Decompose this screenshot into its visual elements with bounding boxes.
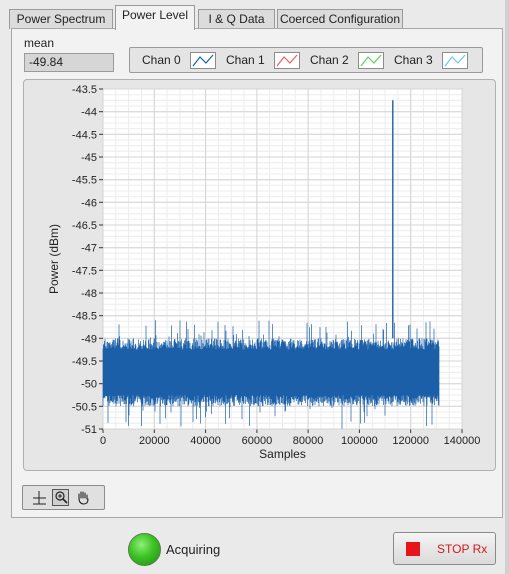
swatch-line <box>192 54 214 67</box>
plot-legend[interactable]: Chan 0 Chan 1 Chan 2 Chan 3 <box>129 47 483 73</box>
x-tick-label: 120000 <box>392 435 429 447</box>
y-tick-label: -47.5 <box>72 265 97 277</box>
y-axis-label: Power (dBm) <box>47 224 61 294</box>
x-tick-label: 60000 <box>242 435 273 447</box>
y-tick-label: -51 <box>81 424 97 436</box>
tab-power-spectrum[interactable]: Power Spectrum <box>9 9 113 29</box>
swatch-line <box>276 54 298 67</box>
y-tick-label: -44.5 <box>72 129 97 141</box>
x-axis-label: Samples <box>259 447 306 461</box>
line-swatch-icon <box>190 52 216 69</box>
swatch-line <box>444 54 466 67</box>
legend-label: Chan 1 <box>226 53 265 67</box>
legend-label: Chan 2 <box>310 53 349 67</box>
y-tick-label: -44 <box>81 107 97 119</box>
x-tick-label: 100000 <box>341 435 378 447</box>
line-swatch-icon <box>274 52 300 69</box>
y-tick-label: -45 <box>81 152 97 164</box>
power-level-graph[interactable]: 0 20000 40000 60000 80000 100000 120000 140000 -… <box>23 79 496 471</box>
chart-canvas[interactable]: 0 20000 40000 60000 80000 100000 120000 140000 -… <box>24 80 495 470</box>
y-tick-label: -49.5 <box>72 356 97 368</box>
x-tick-label: 40000 <box>190 435 221 447</box>
tab-power-level[interactable]: Power Level <box>115 5 195 30</box>
y-tick-label: -46 <box>81 197 97 209</box>
y-tick-label: -50 <box>81 379 97 391</box>
zoom-icon[interactable] <box>52 489 69 506</box>
power-level-panel: mean -49.84 Chan 0 Chan 1 Chan 2 Chan 3 <box>11 28 503 518</box>
y-tick-label: -48 <box>81 288 97 300</box>
stop-rx-label: STOP Rx <box>437 542 488 556</box>
y-tick-label: -48.5 <box>72 311 97 323</box>
x-tick-label: 80000 <box>293 435 324 447</box>
tab-coerced-configuration[interactable]: Coerced Configuration <box>277 9 403 29</box>
stop-rx-button[interactable]: STOP Rx <box>393 532 496 565</box>
line-swatch-icon <box>358 52 384 69</box>
stop-square-icon <box>406 542 420 556</box>
mean-indicator: -49.84 <box>24 53 114 72</box>
y-tick-label: -49 <box>81 333 97 345</box>
acquiring-led-indicator <box>128 533 161 566</box>
x-tick-label: 140000 <box>444 435 481 447</box>
acquiring-label: Acquiring <box>166 542 221 557</box>
tab-iq-data[interactable]: I & Q Data <box>198 9 275 29</box>
swatch-line <box>360 54 382 67</box>
pan-hand-icon[interactable] <box>75 489 92 506</box>
y-tick-label: -47 <box>81 243 97 255</box>
cursor-move-icon[interactable] <box>31 489 48 506</box>
y-tick-label: -46.5 <box>72 220 97 232</box>
y-tick-label: -45.5 <box>72 175 97 187</box>
y-tick-label: -43.5 <box>72 84 97 96</box>
graph-palette <box>22 485 105 510</box>
x-tick-label: 20000 <box>139 435 170 447</box>
line-swatch-icon <box>442 52 468 69</box>
y-tick-label: -50.5 <box>72 401 97 413</box>
mean-label: mean <box>24 36 55 50</box>
x-tick-label: 0 <box>100 435 106 447</box>
window-scrollbar-edge[interactable] <box>505 0 509 574</box>
legend-label: Chan 0 <box>142 53 181 67</box>
legend-label: Chan 3 <box>394 53 433 67</box>
